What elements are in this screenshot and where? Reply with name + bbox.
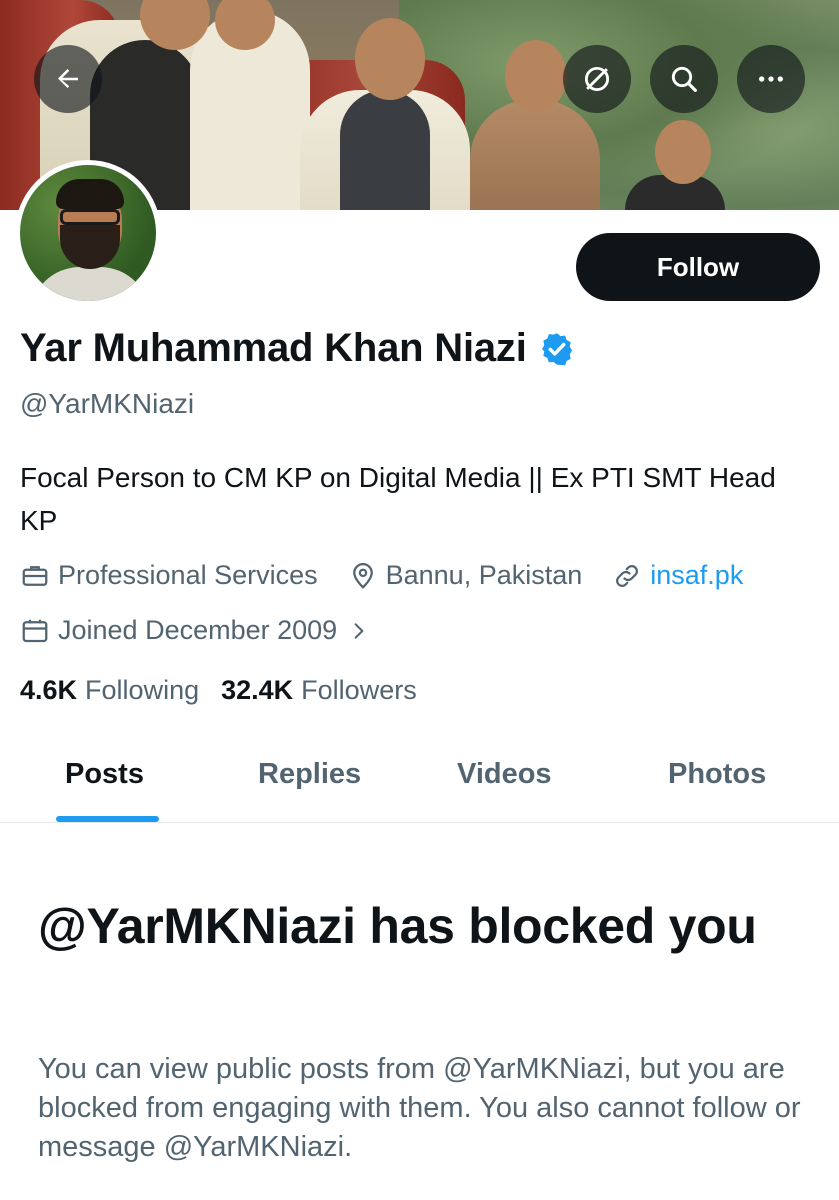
profile-category: Professional Services bbox=[20, 560, 318, 591]
avatar-shirt bbox=[30, 267, 150, 301]
website-link[interactable]: insaf.pk bbox=[650, 560, 743, 591]
avatar-beard bbox=[60, 225, 120, 269]
tab-posts[interactable]: Posts bbox=[65, 758, 144, 791]
profile-stats: 4.6K Following 32.4K Followers bbox=[20, 675, 439, 706]
avatar-hair bbox=[56, 179, 124, 209]
search-icon bbox=[671, 66, 697, 92]
location-label: Bannu, Pakistan bbox=[385, 560, 583, 590]
display-name: Yar Muhammad Khan Niazi bbox=[20, 326, 527, 370]
avatar-glasses bbox=[60, 209, 120, 225]
followers-count[interactable]: 32.4K bbox=[221, 675, 293, 706]
banner-head bbox=[355, 18, 425, 100]
banner-person bbox=[470, 100, 600, 210]
tab-videos[interactable]: Videos bbox=[457, 758, 552, 791]
banner-head bbox=[505, 40, 567, 112]
calendar-icon bbox=[22, 619, 48, 642]
banner-head bbox=[655, 120, 711, 184]
briefcase-icon bbox=[22, 565, 48, 586]
profile-tabs: Posts Replies Videos Photos bbox=[0, 730, 839, 823]
profile-joined[interactable]: Joined December 2009 bbox=[20, 615, 377, 646]
hide-banner-button[interactable] bbox=[563, 45, 631, 113]
search-button[interactable] bbox=[650, 45, 718, 113]
profile-handle: @YarMKNiazi bbox=[20, 388, 195, 419]
location-pin-icon bbox=[352, 562, 373, 589]
back-button[interactable] bbox=[34, 45, 102, 113]
following-label[interactable]: Following bbox=[85, 675, 199, 706]
category-label: Professional Services bbox=[58, 560, 318, 590]
blocked-message: You can view public posts from @YarMKNia… bbox=[38, 1053, 801, 1163]
followers-label[interactable]: Followers bbox=[301, 675, 417, 706]
more-button[interactable] bbox=[737, 45, 805, 113]
active-tab-indicator bbox=[56, 816, 159, 822]
profile-name-row: Yar Muhammad Khan Niazi bbox=[20, 326, 575, 371]
profile-location: Bannu, Pakistan bbox=[348, 560, 583, 591]
follow-button[interactable]: Follow bbox=[576, 233, 820, 301]
arrow-left-icon bbox=[58, 69, 78, 88]
tab-replies[interactable]: Replies bbox=[258, 758, 361, 791]
tab-photos[interactable]: Photos bbox=[668, 758, 766, 791]
profile-website[interactable]: insaf.pk bbox=[612, 560, 743, 591]
blocked-title: @YarMKNiazi has blocked you bbox=[38, 898, 757, 954]
profile-avatar[interactable] bbox=[15, 160, 161, 306]
joined-label: Joined December 2009 bbox=[58, 615, 338, 645]
profile-meta: Professional Services Bannu, Pakistan in… bbox=[20, 560, 773, 591]
banner-person-vest bbox=[340, 90, 430, 210]
profile-bio: Focal Person to CM KP on Digital Media |… bbox=[20, 462, 776, 536]
link-icon bbox=[616, 564, 639, 587]
verified-badge-icon[interactable] bbox=[539, 331, 575, 367]
following-count[interactable]: 4.6K bbox=[20, 675, 77, 706]
chevron-right-icon bbox=[354, 622, 364, 639]
eye-slash-circle-icon bbox=[584, 66, 610, 92]
more-horizontal-icon bbox=[759, 76, 783, 82]
